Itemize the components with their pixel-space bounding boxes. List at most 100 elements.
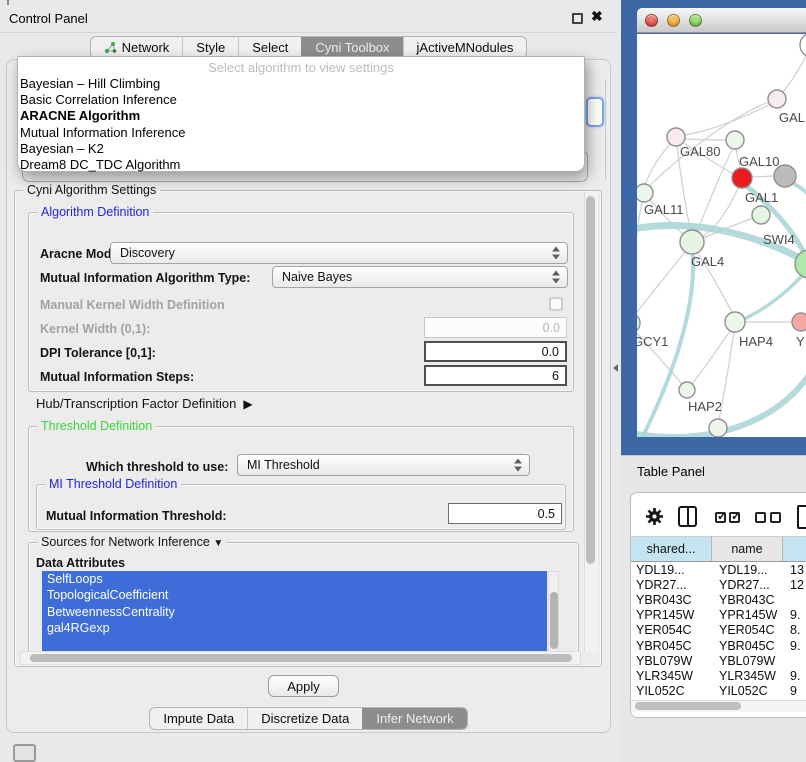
table-row[interactable]: YIL052CYIL052C9 — [631, 684, 806, 696]
aracne-mode-select[interactable]: Discovery — [110, 242, 568, 264]
attribute-item-gal4rgexp[interactable]: gal4RGexp — [42, 620, 547, 636]
network-node-hap2[interactable] — [679, 382, 695, 398]
manual-kernel-checkbox[interactable] — [549, 297, 563, 311]
table-cell: YBR043C — [631, 593, 712, 607]
float-window-icon[interactable] — [572, 13, 583, 24]
node-label-hap4: HAP4 — [739, 334, 773, 349]
mi-steps-field[interactable]: 6 — [424, 365, 567, 386]
table-horizontal-scrollbar-thumb[interactable] — [635, 702, 741, 710]
network-node-gal11[interactable] — [637, 184, 653, 202]
attribute-item-selfloops[interactable]: SelfLoops — [42, 571, 547, 587]
network-edge — [685, 101, 777, 135]
network-node-red-node[interactable] — [732, 168, 752, 188]
column-header-name[interactable]: name — [712, 536, 783, 561]
gear-icon[interactable] — [645, 507, 664, 526]
tab-cyni-toolbox[interactable]: Cyni Toolbox — [301, 37, 402, 58]
top-tick — [7, 0, 9, 5]
table-row[interactable]: YBL079WYBL079W — [631, 653, 806, 668]
network-node-salmon-node[interactable] — [792, 313, 806, 331]
split-columns-icon[interactable] — [678, 506, 697, 527]
close-traffic-light-icon[interactable] — [645, 14, 658, 27]
select-all-checkbox-icon[interactable] — [715, 512, 726, 523]
network-node-gal4[interactable] — [680, 230, 704, 254]
table-cell: 8. — [783, 623, 806, 637]
tab-select[interactable]: Select — [238, 37, 301, 58]
node-label-gcy1: GCY1 — [637, 334, 668, 349]
groupbox-edge-fragment — [605, 80, 606, 180]
collapsed-panel-chip[interactable] — [13, 744, 36, 762]
network-edge — [637, 252, 685, 317]
network-edge — [697, 148, 733, 232]
apply-button[interactable]: Apply — [268, 675, 339, 697]
hub-definition-label: Hub/Transcription Factor Definition — [36, 396, 236, 411]
table-cell: 12 — [783, 578, 806, 592]
network-node-top-partial[interactable] — [800, 34, 806, 57]
tab-impute-data[interactable]: Impute Data — [150, 708, 247, 729]
tab-network[interactable]: Network — [91, 37, 183, 58]
deselect-all-checkbox-icon[interactable] — [755, 512, 766, 523]
algorithm-option-basic-correlation-inference[interactable]: Basic Correlation Inference — [18, 92, 584, 108]
minimize-traffic-light-icon[interactable] — [667, 14, 680, 27]
attribute-item-topologicalcoefficient[interactable]: TopologicalCoefficient — [42, 587, 547, 603]
tab-style[interactable]: Style — [182, 37, 238, 58]
manual-kernel-label: Manual Kernel Width Definition — [40, 298, 225, 312]
network-edge-thick — [739, 270, 806, 321]
chevron-right-icon: ▶ — [243, 397, 252, 411]
attribute-list-scrollbar-thumb[interactable] — [550, 592, 558, 649]
mi-type-select[interactable]: Naive Bayes — [272, 266, 568, 288]
tab-infer-network[interactable]: Infer Network — [362, 708, 466, 729]
data-attributes-list[interactable]: SelfLoopsTopologicalCoefficientBetweenne… — [42, 571, 547, 652]
hub-definition-expander[interactable]: Hub/Transcription Factor Definition ▶ — [36, 396, 253, 411]
table-cell: YBR043C — [712, 593, 783, 607]
zoom-traffic-light-icon[interactable] — [689, 14, 702, 27]
table-cell: YIL052C — [631, 684, 712, 695]
algorithm-option-bayesian-k2[interactable]: Bayesian – K2 — [18, 141, 584, 157]
table-row[interactable]: YBR045CYBR045C9. — [631, 638, 806, 653]
node-label-y: Y — [796, 334, 805, 349]
network-node-hap4[interactable] — [725, 312, 745, 332]
table-row[interactable]: YLR345WYLR345W9. — [631, 668, 806, 683]
column-header-shared[interactable]: shared... — [631, 536, 712, 561]
new-table-icon[interactable] — [797, 505, 806, 529]
mi-threshold-field[interactable]: 0.5 — [448, 503, 562, 524]
network-node-swi4[interactable] — [752, 206, 770, 224]
network-node-bottom-partial[interactable] — [709, 419, 727, 437]
close-icon[interactable]: ✖ — [591, 8, 603, 25]
tab-label: Network — [122, 40, 170, 55]
network-node-gcy1[interactable] — [637, 313, 640, 333]
column-header-partial[interactable] — [783, 536, 806, 561]
tab-label: Style — [196, 40, 225, 55]
algorithm-option-aracne-algorithm[interactable]: ARACNE Algorithm — [18, 108, 584, 124]
network-canvas[interactable]: GALGAL80GAL10GAL1GAL11SWI4GAL4GCY1HAP4YH… — [637, 34, 806, 437]
splitter-collapse-icon[interactable] — [609, 364, 618, 372]
select-all-checkbox-icon[interactable] — [729, 512, 740, 523]
algorithm-option-dream8-dc-tdc-algorithm[interactable]: Dream8 DC_TDC Algorithm — [18, 157, 584, 173]
node-label-gal10: GAL10 — [739, 154, 779, 169]
network-window-titlebar[interactable] — [637, 8, 806, 33]
table-row[interactable]: YER054CYER054C8. — [631, 623, 806, 638]
aracne-mode-value: Discovery — [120, 246, 175, 260]
table-row[interactable]: YDR27...YDR27...12 — [631, 577, 806, 592]
dropdown-placeholder: Select algorithm to view settings — [18, 59, 584, 76]
network-edge — [779, 49, 806, 97]
table-row[interactable]: YDL19...YDL19...13 — [631, 562, 806, 577]
table-cell: YBR045C — [631, 639, 712, 653]
network-node-gal7[interactable] — [768, 90, 786, 108]
which-threshold-label: Which threshold to use: — [86, 460, 228, 474]
algorithm-option-mutual-information-inference[interactable]: Mutual Information Inference — [18, 125, 584, 141]
table-cell: 9. — [783, 669, 806, 683]
tab-jactivemnodules[interactable]: jActiveMNodules — [403, 37, 527, 58]
kernel-width-field[interactable]: 0.0 — [424, 317, 567, 338]
algorithm-option-bayesian-hill-climbing[interactable]: Bayesian – Hill Climbing — [18, 76, 584, 92]
which-threshold-select[interactable]: MI Threshold — [237, 454, 530, 476]
settings-vertical-scrollbar-thumb[interactable] — [586, 196, 595, 564]
table-row[interactable]: YBR043CYBR043C — [631, 592, 806, 607]
dpi-tolerance-field[interactable]: 0.0 — [424, 341, 567, 362]
tab-discretize-data[interactable]: Discretize Data — [247, 708, 362, 729]
deselect-all-checkbox-icon[interactable] — [770, 512, 781, 523]
attribute-item-betweennesscentrality[interactable]: BetweennessCentrality — [42, 604, 547, 620]
network-node-gal10[interactable] — [726, 131, 744, 149]
table-cell: YPR145W — [631, 608, 712, 622]
settings-horizontal-scrollbar-thumb[interactable] — [30, 654, 572, 662]
table-row[interactable]: YPR145WYPR145W9. — [631, 608, 806, 623]
